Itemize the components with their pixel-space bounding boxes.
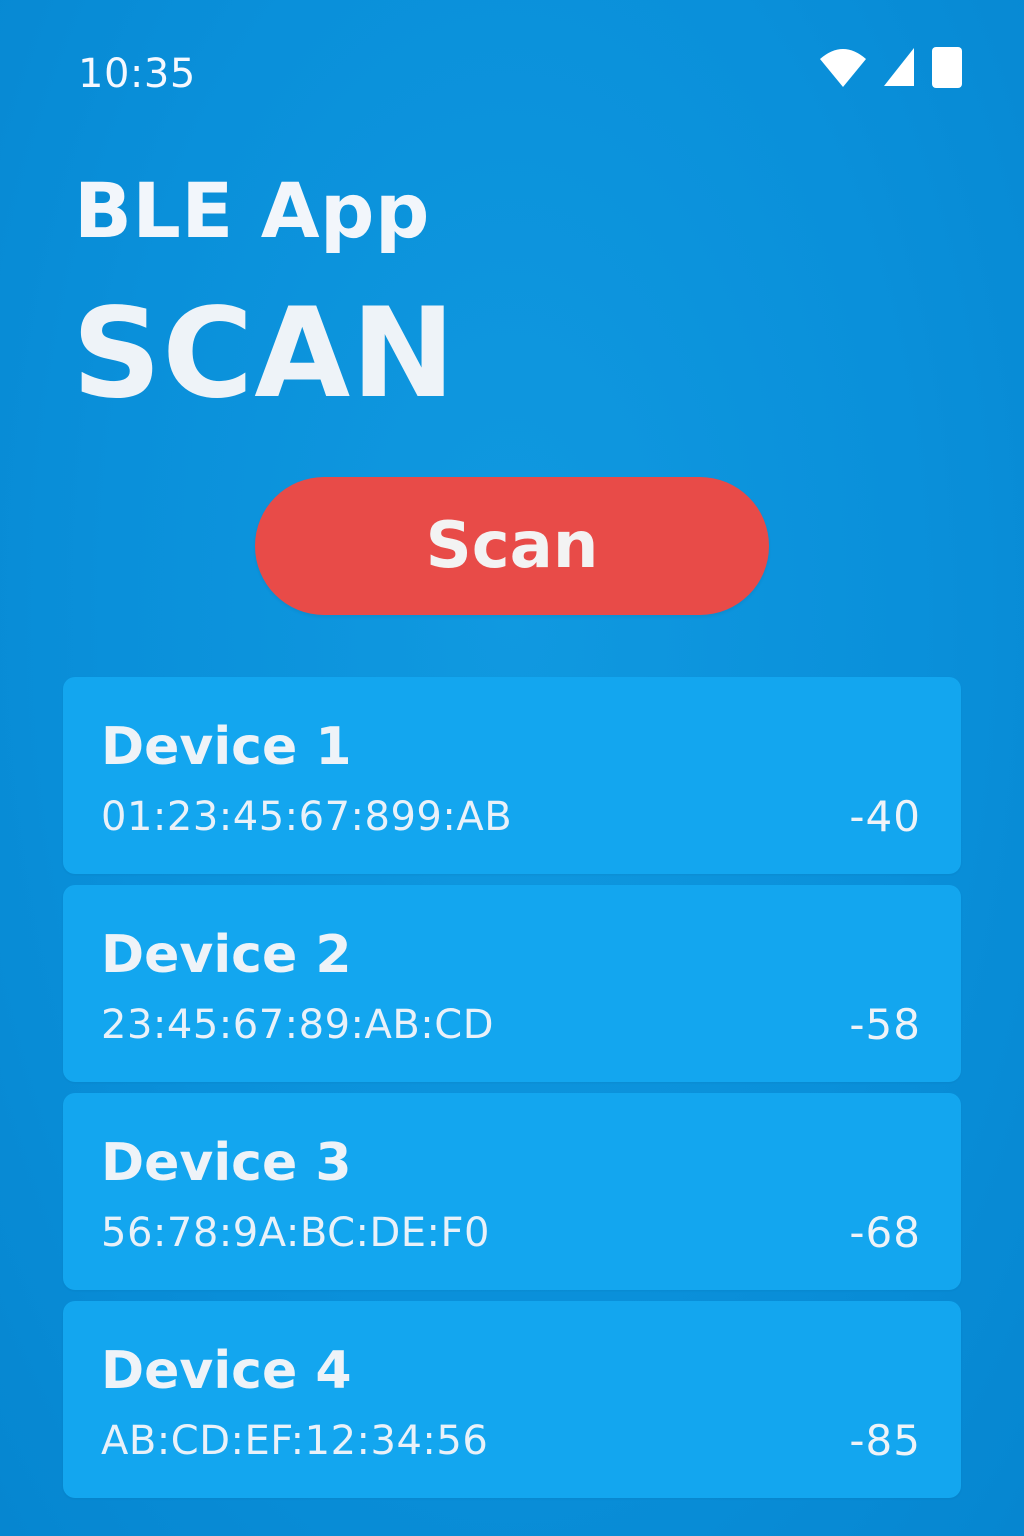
device-name: Device 1 [101, 717, 352, 777]
device-rssi: -68 [849, 1208, 921, 1257]
app-title: BLE App [74, 166, 430, 255]
device-address: 01:23:45:67:899:AB [101, 794, 513, 840]
device-list-item[interactable]: Device 3 56:78:9A:BC:DE:F0 -68 [63, 1093, 961, 1290]
app-screen: 10:35 BLE App SCAN Scan Device 1 01:23:4… [0, 0, 1024, 1536]
scan-button[interactable]: Scan [255, 477, 769, 615]
wifi-icon [818, 45, 868, 89]
device-rssi: -85 [849, 1416, 921, 1465]
device-list-item[interactable]: Device 2 23:45:67:89:AB:CD -58 [63, 885, 961, 1082]
device-address: 23:45:67:89:AB:CD [101, 1002, 495, 1048]
device-rssi: -40 [849, 792, 921, 841]
status-bar: 10:35 [0, 0, 1024, 140]
device-list-item[interactable]: Device 4 AB:CD:EF:12:34:56 -85 [63, 1301, 961, 1498]
device-name: Device 4 [101, 1341, 352, 1401]
device-list: Device 1 01:23:45:67:899:AB -40 Device 2… [63, 677, 961, 1509]
device-address: AB:CD:EF:12:34:56 [101, 1418, 489, 1464]
cellular-signal-icon [882, 46, 916, 88]
battery-icon [930, 44, 964, 90]
device-rssi: -58 [849, 1000, 921, 1049]
device-address: 56:78:9A:BC:DE:F0 [101, 1210, 490, 1256]
device-name: Device 3 [101, 1133, 352, 1193]
status-time: 10:35 [78, 51, 196, 97]
page-title: SCAN [72, 282, 457, 426]
status-icons [818, 44, 964, 90]
device-list-item[interactable]: Device 1 01:23:45:67:899:AB -40 [63, 677, 961, 874]
device-name: Device 2 [101, 925, 352, 985]
